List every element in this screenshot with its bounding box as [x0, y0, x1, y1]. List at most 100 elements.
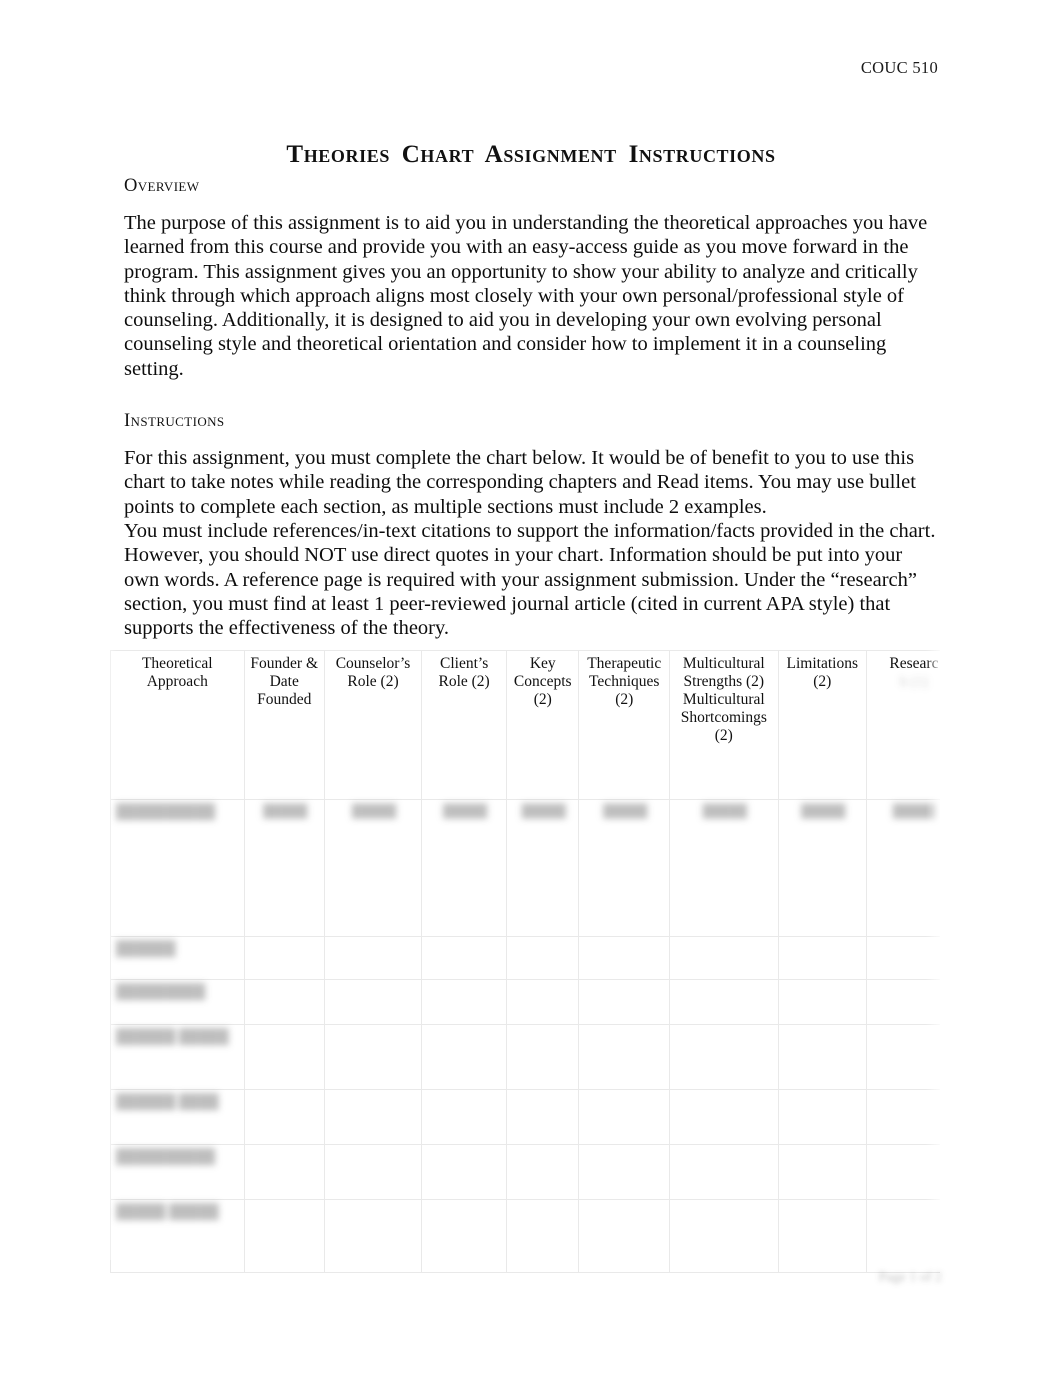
- table-cell[interactable]: [243, 1144, 325, 1200]
- table-cell[interactable]: [421, 979, 508, 1025]
- table-cell[interactable]: █████: [506, 799, 580, 937]
- table-cell[interactable]: [323, 1144, 423, 1200]
- column-header-research: Researc h (1): [865, 650, 940, 800]
- table-cell[interactable]: [421, 1024, 508, 1090]
- overview-paragraph: The purpose of this assignment is to aid…: [124, 212, 928, 380]
- instructions-paragraph-1: For this assignment, you must complete t…: [124, 447, 916, 518]
- table-cell[interactable]: [777, 979, 867, 1025]
- table-row: ██████████ █████ █████ █████ █████ █████…: [110, 799, 940, 937]
- table-cell[interactable]: [323, 1024, 423, 1090]
- table-cell[interactable]: [669, 936, 779, 980]
- table-cell[interactable]: [669, 1089, 779, 1145]
- table-row: ██████ █████: [110, 1024, 940, 1090]
- table-cell[interactable]: [506, 936, 580, 980]
- table-cell[interactable]: [669, 1144, 779, 1200]
- column-header-research-redacted: h (1): [899, 674, 929, 690]
- redacted-text: █████: [603, 804, 648, 818]
- page-title: Theories Chart Assignment Instructions: [286, 140, 776, 168]
- table-cell[interactable]: [669, 1024, 779, 1090]
- table-cell[interactable]: [243, 979, 325, 1025]
- table-cell[interactable]: [777, 1144, 867, 1200]
- redacted-text: █████: [263, 804, 308, 818]
- table-row: ██████████: [110, 1144, 940, 1200]
- table-cell[interactable]: [578, 1199, 670, 1273]
- table-header-row: Theoretical Approach Founder & Date Foun…: [110, 650, 940, 800]
- table-cell[interactable]: [421, 1089, 508, 1145]
- redacted-text: █████: [351, 804, 397, 818]
- redacted-text: ██████ ████: [116, 1095, 219, 1110]
- table-cell[interactable]: █████████: [110, 979, 245, 1025]
- table-cell[interactable]: [323, 1089, 423, 1145]
- column-header-research-label: Researc: [889, 655, 939, 672]
- table-cell[interactable]: ██████████: [110, 799, 245, 937]
- column-header-founder-date: Founder & Date Founded: [243, 650, 325, 800]
- table-cell[interactable]: [578, 1024, 670, 1090]
- table-cell[interactable]: [506, 979, 580, 1025]
- table-cell[interactable]: [421, 1144, 508, 1200]
- table-cell[interactable]: [323, 936, 423, 980]
- table-cell[interactable]: █████: [421, 799, 508, 937]
- table-cell[interactable]: [777, 1024, 867, 1090]
- table-cell[interactable]: [578, 1144, 670, 1200]
- table-cell[interactable]: █████: [669, 799, 779, 937]
- redacted-text: ██████████: [116, 1150, 216, 1165]
- redacted-text: █████: [702, 804, 747, 818]
- table-cell[interactable]: [865, 1144, 940, 1200]
- redacted-text: █████ █████: [116, 1205, 219, 1220]
- column-header-client-role: Client’s Role (2): [421, 650, 508, 800]
- table-cell[interactable]: [669, 979, 779, 1025]
- table-cell[interactable]: [506, 1024, 580, 1090]
- running-header-course-code: COUC 510: [860, 58, 938, 77]
- table-cell[interactable]: ██████ █████: [110, 1024, 245, 1090]
- table-cell[interactable]: [323, 979, 423, 1025]
- table-cell[interactable]: [506, 1144, 580, 1200]
- table-cell[interactable]: [421, 1199, 508, 1273]
- redacted-text: █████: [892, 804, 938, 818]
- table-cell[interactable]: [865, 979, 940, 1025]
- table-cell[interactable]: [243, 1024, 325, 1090]
- table-cell[interactable]: █████ █████: [110, 1199, 245, 1273]
- table-cell[interactable]: █████: [243, 799, 325, 937]
- table-cell[interactable]: [777, 936, 867, 980]
- table-cell[interactable]: [506, 1089, 580, 1145]
- table-cell[interactable]: [506, 1199, 580, 1273]
- table-cell[interactable]: █████: [777, 799, 867, 937]
- table-row: █████ █████: [110, 1199, 940, 1273]
- table-cell[interactable]: [865, 1089, 940, 1145]
- instructions-heading: Instructions: [124, 411, 225, 432]
- table-cell[interactable]: [777, 1199, 867, 1273]
- instructions-paragraph-2: You must include references/in-text cita…: [124, 519, 936, 640]
- table-cell[interactable]: ██████ ████: [110, 1089, 245, 1145]
- table-cell[interactable]: [865, 1024, 940, 1090]
- redacted-text: ██████████: [116, 805, 216, 820]
- table-cell[interactable]: [243, 1089, 325, 1145]
- table-cell[interactable]: [243, 1199, 325, 1273]
- table-cell[interactable]: [865, 936, 940, 980]
- theories-chart-body: ██████████ █████ █████ █████ █████ █████…: [110, 799, 940, 1273]
- redacted-text: ██████: [116, 942, 176, 957]
- table-cell[interactable]: █████: [865, 799, 940, 937]
- table-cell[interactable]: [421, 936, 508, 980]
- table-cell[interactable]: ██████: [110, 936, 245, 980]
- table-cell[interactable]: [578, 1089, 670, 1145]
- table-cell[interactable]: [865, 1199, 940, 1273]
- footer-page-number: Page 1 of 2: [878, 1270, 942, 1285]
- column-header-theoretical-approach: Theoretical Approach: [110, 650, 245, 800]
- table-cell[interactable]: [669, 1199, 779, 1273]
- table-cell[interactable]: █████: [578, 799, 670, 937]
- column-header-multicultural: Multicultural Strengths (2) Multicultura…: [669, 650, 779, 800]
- theories-chart-container: Theoretical Approach Founder & Date Foun…: [110, 650, 940, 1273]
- table-row: █████████: [110, 979, 940, 1025]
- table-cell[interactable]: [777, 1089, 867, 1145]
- table-row: ██████: [110, 936, 940, 980]
- redacted-text: █████████: [116, 985, 206, 1000]
- table-cell[interactable]: [578, 936, 670, 980]
- column-header-counselor-role: Counselor’s Role (2): [323, 650, 423, 800]
- table-cell[interactable]: ██████████: [110, 1144, 245, 1200]
- document-body: Overview The purpose of this assignment …: [124, 176, 942, 640]
- table-cell[interactable]: [323, 1199, 423, 1273]
- table-cell[interactable]: [243, 936, 325, 980]
- table-cell[interactable]: [578, 979, 670, 1025]
- table-cell[interactable]: █████: [323, 799, 423, 937]
- theories-chart-clip: Theoretical Approach Founder & Date Foun…: [110, 650, 940, 1273]
